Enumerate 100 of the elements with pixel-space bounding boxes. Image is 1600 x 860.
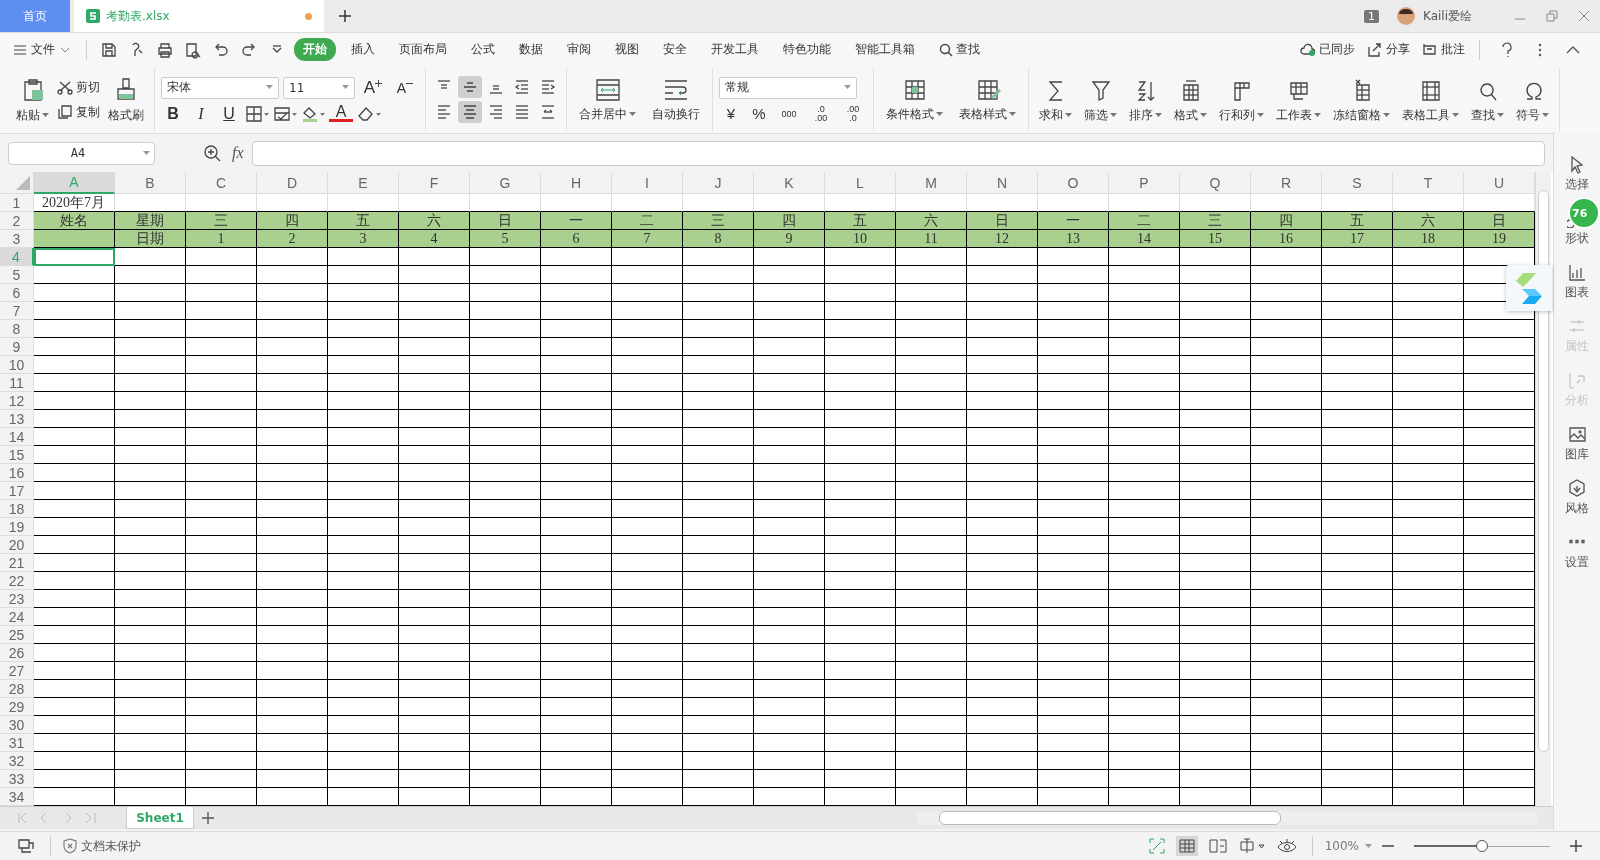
row-header[interactable]: 17 — [0, 482, 34, 500]
user-name[interactable]: Kaili爱绘 — [1423, 7, 1472, 25]
ribbon-button[interactable]: 表格工具 — [1398, 75, 1463, 124]
font-color-button[interactable]: A — [329, 105, 353, 122]
ribbon-tab[interactable]: 特色功能 — [774, 38, 840, 61]
sidebar-button[interactable]: 图表 — [1565, 262, 1589, 301]
ribbon-tab[interactable]: 审阅 — [558, 38, 600, 61]
row-header[interactable]: 26 — [0, 644, 34, 662]
align-middle-icon[interactable] — [458, 76, 482, 98]
column-header[interactable]: L — [825, 172, 896, 194]
font-size-field[interactable]: 11 — [283, 76, 355, 99]
row-header[interactable]: 31 — [0, 734, 34, 752]
row-header[interactable]: 20 — [0, 536, 34, 554]
row-header[interactable]: 12 — [0, 392, 34, 410]
formula-input[interactable] — [251, 140, 1546, 166]
column-header[interactable]: H — [541, 172, 612, 194]
sidebar-button[interactable]: 选择 — [1565, 154, 1589, 193]
row-header[interactable]: 3 — [0, 230, 34, 248]
percent-button[interactable]: % — [747, 105, 771, 122]
column-header[interactable]: K — [754, 172, 825, 194]
ribbon-button[interactable]: 格式 — [1170, 75, 1211, 124]
ribbon-tab[interactable]: 智能工具箱 — [846, 38, 924, 61]
ribbon-button[interactable]: 查找 — [1467, 75, 1508, 124]
protection-status[interactable]: 文档未保护 — [63, 837, 141, 855]
ribbon-tab[interactable]: 安全 — [654, 38, 696, 61]
preview-icon[interactable] — [184, 40, 202, 59]
font-style-button[interactable]: U — [217, 104, 241, 123]
ribbon-tab[interactable]: 公式 — [462, 38, 504, 61]
toolbar-button[interactable]: 已同步 — [1300, 41, 1355, 58]
column-header[interactable]: E — [328, 172, 399, 194]
copy-button[interactable]: 复制 — [57, 103, 100, 121]
print-icon[interactable] — [156, 40, 174, 59]
row-header[interactable]: 30 — [0, 716, 34, 734]
column-header[interactable]: S — [1322, 172, 1393, 194]
ribbon-tab[interactable]: 数据 — [510, 38, 552, 61]
column-header[interactable]: U — [1464, 172, 1535, 194]
column-header[interactable]: R — [1251, 172, 1322, 194]
increase-decimal-button[interactable]: .0 .00 — [807, 104, 835, 123]
vertical-scrollbar[interactable] — [1535, 172, 1551, 806]
row-header[interactable]: 19 — [0, 518, 34, 536]
font-style-button[interactable]: B — [161, 104, 185, 123]
paste-button[interactable]: 粘贴 — [12, 75, 53, 124]
align-center-icon[interactable] — [458, 101, 482, 123]
floating-logo-icon[interactable] — [1506, 265, 1552, 311]
decrease-decimal-button[interactable]: .00 .0 — [839, 104, 867, 123]
row-header[interactable]: 6 — [0, 284, 34, 302]
zoom-level[interactable]: 100% — [1324, 839, 1359, 853]
row-header[interactable]: 1 — [0, 194, 34, 212]
row-header[interactable]: 13 — [0, 410, 34, 428]
toolbar-button[interactable]: 批注 — [1422, 41, 1465, 58]
ribbon-button[interactable]: 表格样式 — [953, 76, 1022, 123]
ribbon-button[interactable]: 求和 — [1035, 75, 1076, 124]
row-header[interactable]: 22 — [0, 572, 34, 590]
fullscreen-icon[interactable] — [1148, 838, 1165, 854]
ribbon-button[interactable]: 工作表 — [1272, 75, 1325, 124]
row-header[interactable]: 11 — [0, 374, 34, 392]
horizontal-scrollbar[interactable] — [917, 811, 1538, 825]
row-header[interactable]: 32 — [0, 752, 34, 770]
row-header[interactable]: 24 — [0, 608, 34, 626]
normal-view-icon[interactable] — [1175, 836, 1198, 856]
column-header[interactable]: I — [612, 172, 683, 194]
close-icon[interactable] — [1578, 10, 1590, 22]
grow-font-button[interactable]: A — [359, 77, 387, 98]
row-header[interactable]: 14 — [0, 428, 34, 446]
row-header[interactable]: 33 — [0, 770, 34, 788]
add-sheet-icon[interactable] — [201, 811, 215, 825]
borders-icon[interactable] — [245, 104, 269, 123]
function-button[interactable]: fx — [232, 144, 244, 162]
sheet-tab[interactable]: Sheet1 — [126, 807, 194, 829]
more-icon[interactable] — [1538, 42, 1542, 57]
font-name-field[interactable]: 宋体 — [161, 76, 279, 99]
thousands-button[interactable]: 000 — [775, 108, 803, 119]
name-box[interactable]: A4 — [8, 141, 155, 165]
row-header[interactable]: 21 — [0, 554, 34, 572]
selected-cell[interactable] — [34, 248, 115, 266]
font-style-button[interactable]: I — [189, 104, 213, 123]
search-button[interactable]: 查找 — [939, 41, 980, 58]
cut-button[interactable]: 剪切 — [57, 78, 100, 96]
ribbon-button[interactable]: 符号 — [1512, 75, 1553, 124]
column-header[interactable]: O — [1038, 172, 1109, 194]
currency-button[interactable]: ¥ — [719, 105, 743, 122]
page-break-icon[interactable] — [1208, 838, 1227, 854]
column-header[interactable]: F — [399, 172, 470, 194]
column-header[interactable]: J — [683, 172, 754, 194]
wrap-text-button[interactable]: 自动换行 — [646, 76, 706, 123]
zoom-icon[interactable] — [203, 144, 221, 162]
device-icon[interactable] — [17, 838, 35, 854]
column-header[interactable]: B — [115, 172, 186, 194]
collapse-icon[interactable] — [1566, 44, 1580, 55]
caret-icon[interactable] — [1365, 843, 1372, 849]
add-icon[interactable] — [338, 9, 352, 23]
avatar-icon[interactable] — [1397, 7, 1415, 25]
sidebar-button[interactable]: 风格 — [1565, 478, 1589, 517]
row-header[interactable]: 25 — [0, 626, 34, 644]
sidebar-button[interactable]: 图库 — [1565, 424, 1589, 463]
file-tab[interactable]: 考勤表.xlsx — [74, 0, 324, 32]
ribbon-button[interactable]: 排序 — [1125, 75, 1166, 124]
row-header[interactable]: 10 — [0, 356, 34, 374]
row-header[interactable]: 18 — [0, 500, 34, 518]
ribbon-tab[interactable]: 视图 — [606, 38, 648, 61]
